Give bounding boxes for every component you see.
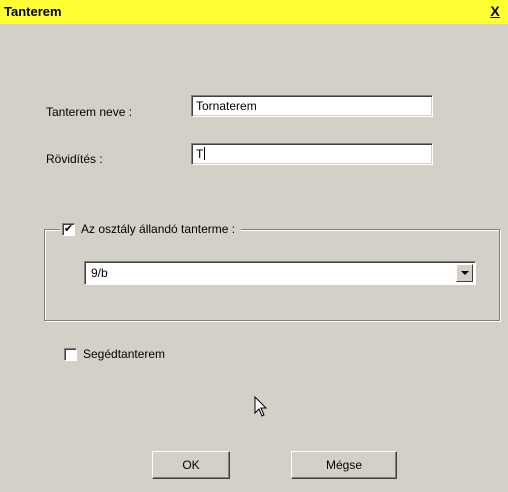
class-select-value: 9/b (91, 266, 108, 280)
class-select[interactable]: 9/b (84, 261, 476, 285)
close-button[interactable]: X (486, 2, 504, 20)
permanent-room-label: Az osztály állandó tanterme : (81, 222, 236, 236)
window-title: Tanterem (4, 4, 62, 19)
name-input[interactable]: Tornaterem (191, 95, 433, 117)
abbr-label: Rövidítés : (46, 152, 103, 166)
auxiliary-room-label: Segédtanterem (83, 347, 166, 361)
mouse-pointer-icon (254, 396, 268, 417)
chevron-down-icon (460, 271, 469, 275)
permanent-room-checkbox[interactable]: ✔ (62, 222, 75, 236)
auxiliary-room-row[interactable]: Segédtanterem (64, 347, 165, 361)
cancel-button[interactable]: Mégse (291, 451, 397, 479)
text-caret (204, 147, 206, 160)
permanent-room-checkbox-row[interactable]: ✔ Az osztály állandó tanterme : (60, 220, 242, 238)
close-icon: X (490, 3, 500, 19)
ok-button[interactable]: OK (152, 451, 230, 479)
auxiliary-room-checkbox[interactable] (64, 347, 77, 361)
name-label: Tanterem neve : (46, 105, 133, 119)
abbr-input[interactable]: T (191, 143, 433, 165)
class-select-dropdown-button[interactable] (456, 264, 473, 282)
abbr-value: T (196, 147, 204, 161)
title-bar: Tanterem X (0, 0, 508, 24)
